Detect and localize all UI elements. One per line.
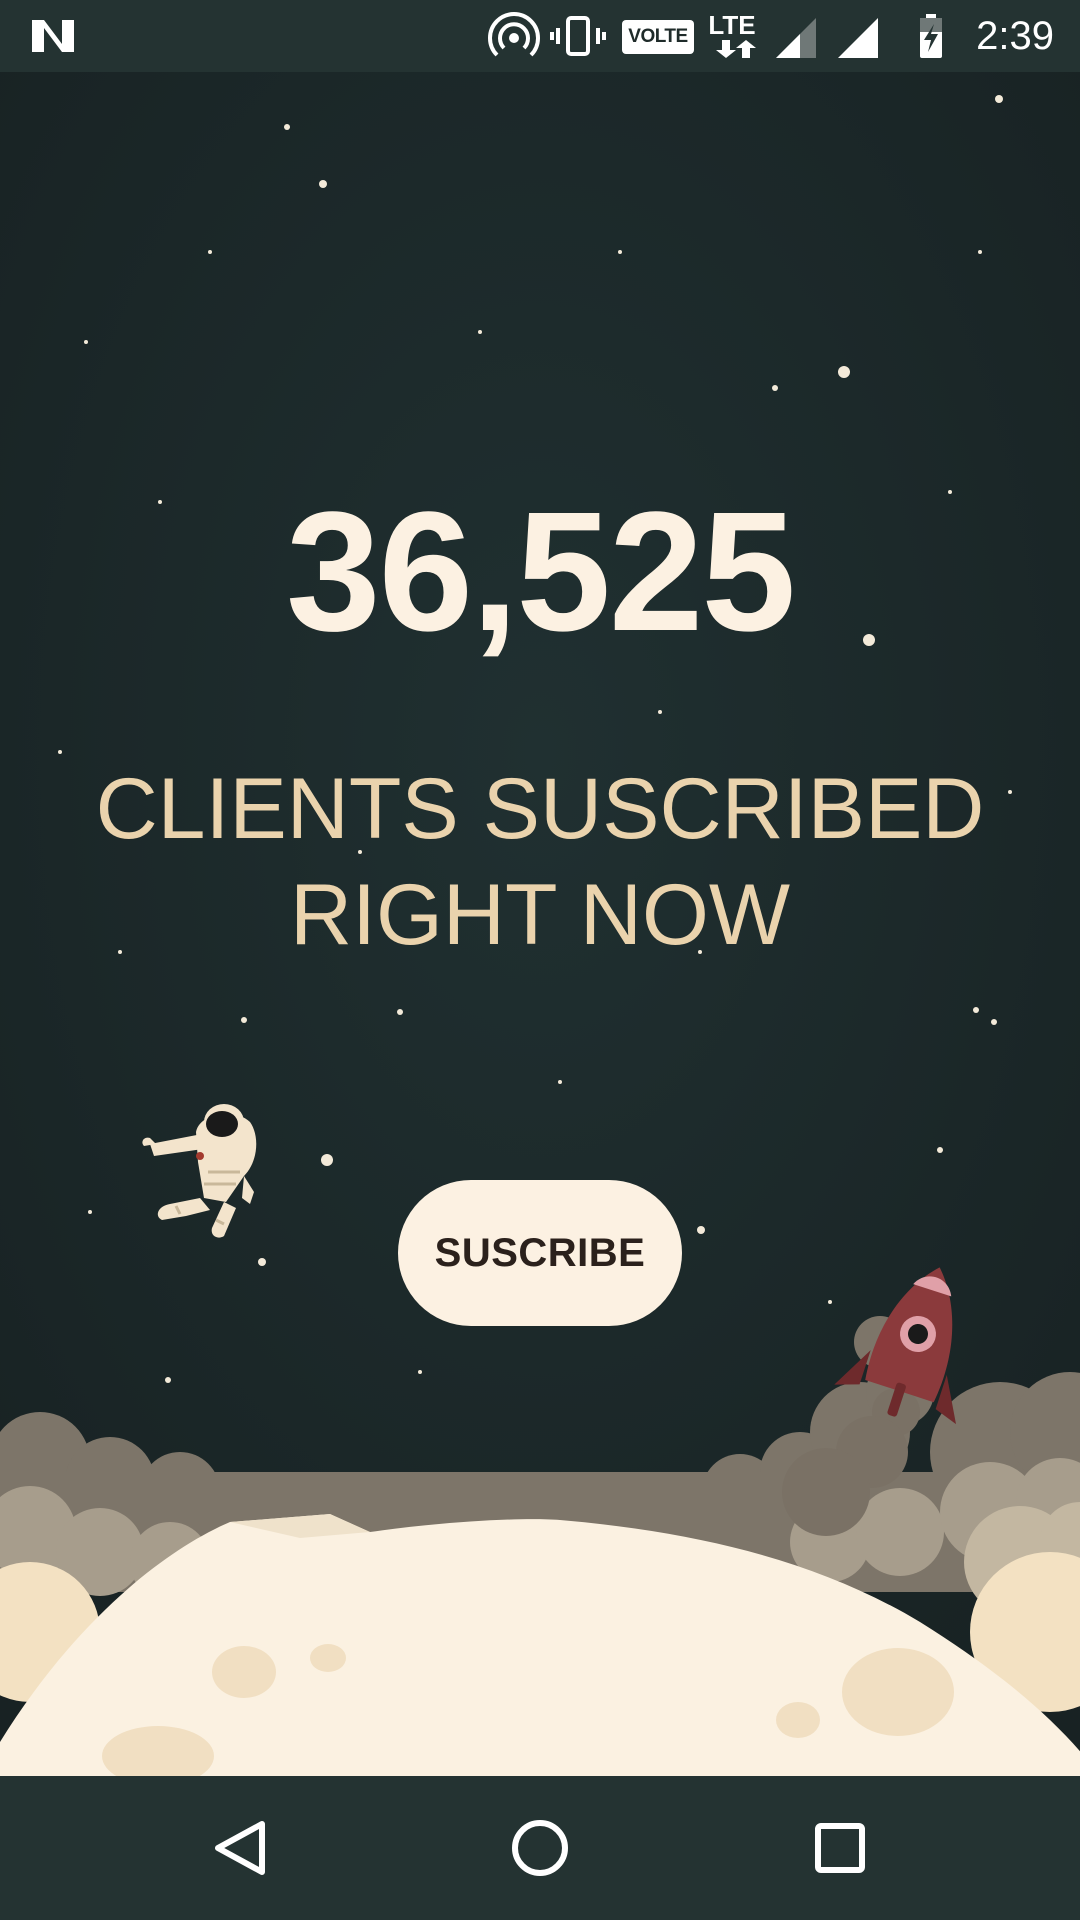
battery-charging-icon: [920, 14, 942, 58]
navigation-bar: [0, 1776, 1080, 1920]
home-icon: [512, 1820, 568, 1876]
subscribe-button[interactable]: SUSCRIBE: [398, 1180, 682, 1326]
recents-button[interactable]: [780, 1798, 900, 1898]
caption-line-1: CLIENTS SUSCRIBED: [95, 761, 985, 857]
subscriber-caption: CLIENTS SUSCRIBED RIGHT NOW: [40, 756, 1040, 968]
lte-label: LTE: [708, 10, 756, 40]
back-icon: [215, 1821, 265, 1875]
space-scene: 36,525 CLIENTS SUSCRIBED RIGHT NOW SUSCR…: [0, 72, 1080, 1776]
vibrate-icon: [550, 16, 606, 56]
status-time: 2:39: [976, 14, 1054, 58]
home-button[interactable]: [480, 1798, 600, 1898]
n-logo-icon: [32, 20, 74, 52]
volte-label: VOLTE: [628, 26, 688, 47]
screen: VOLTE LTE 2:39 36,525 CLIENTS SUSCRIBED …: [0, 0, 1080, 1920]
status-bar: VOLTE LTE 2:39: [0, 0, 1080, 72]
hotspot-icon: [488, 12, 540, 57]
signal-full-icon: [838, 18, 878, 58]
signal-icon: [776, 18, 816, 58]
recents-icon: [815, 1823, 865, 1873]
status-icons: [32, 12, 942, 58]
caption-line-2: RIGHT NOW: [289, 867, 791, 963]
back-button[interactable]: [180, 1798, 300, 1898]
subscriber-count: 36,525: [286, 477, 796, 667]
lte-data-icon: [716, 40, 756, 58]
